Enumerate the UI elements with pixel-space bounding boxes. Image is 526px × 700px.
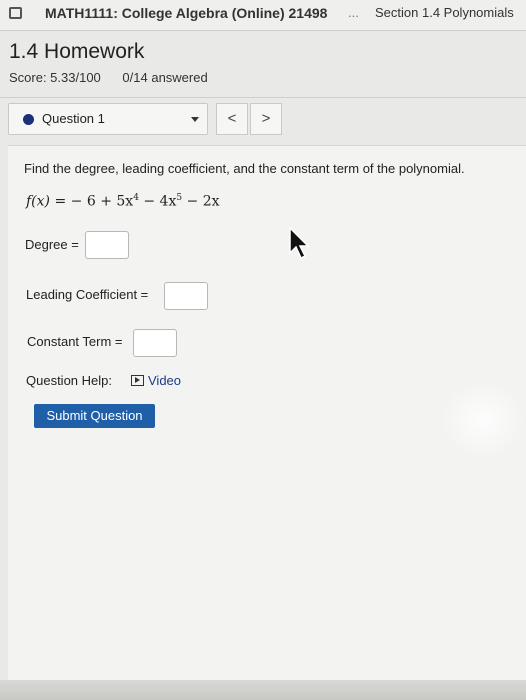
question-help-label: Question Help: bbox=[26, 373, 112, 388]
more-menu-icon[interactable]: ... bbox=[348, 5, 359, 20]
course-title[interactable]: MATH1111: College Algebra (Online) 21498 bbox=[45, 5, 327, 21]
submit-question-button[interactable]: Submit Question bbox=[34, 404, 155, 428]
video-link[interactable]: Video bbox=[131, 373, 181, 388]
score-text: Score: 5.33/100 bbox=[9, 70, 101, 85]
degree-input[interactable] bbox=[85, 231, 129, 259]
chevron-down-icon bbox=[191, 117, 199, 122]
formula-term-1: − 6 + 5x bbox=[70, 193, 134, 210]
leading-coefficient-label: Leading Coefficient = bbox=[26, 287, 149, 302]
formula-term-2: − 4x bbox=[138, 193, 177, 210]
status-dot-icon bbox=[23, 114, 34, 125]
constant-term-label: Constant Term = bbox=[27, 334, 123, 349]
window-icon[interactable] bbox=[9, 7, 22, 19]
next-question-button[interactable]: > bbox=[250, 103, 282, 135]
degree-label: Degree = bbox=[25, 237, 79, 252]
formula-term-3: − 2x bbox=[182, 193, 220, 210]
leading-coefficient-input[interactable] bbox=[164, 282, 208, 310]
answered-count: 0/14 answered bbox=[122, 70, 208, 85]
question-prompt: Find the degree, leading coefficient, an… bbox=[24, 161, 465, 176]
prev-question-button[interactable]: < bbox=[216, 103, 248, 135]
section-title[interactable]: Section 1.4 Polynomials bbox=[375, 5, 514, 20]
screen-glare bbox=[440, 380, 526, 460]
question-select-label: Question 1 bbox=[42, 111, 105, 126]
constant-term-input[interactable] bbox=[133, 329, 177, 357]
question-select[interactable]: Question 1 bbox=[8, 103, 208, 135]
formula-equals: = bbox=[50, 193, 71, 210]
play-icon bbox=[131, 375, 144, 386]
page-title: 1.4 Homework bbox=[9, 40, 145, 63]
bottom-edge bbox=[0, 680, 526, 700]
mouse-cursor-icon bbox=[289, 227, 310, 259]
score-line: Score: 5.33/100 0/14 answered bbox=[9, 70, 226, 85]
polynomial-formula: f(x) = − 6 + 5x4 − 4x5 − 2x bbox=[26, 193, 220, 210]
video-label: Video bbox=[148, 373, 182, 388]
divider bbox=[0, 97, 526, 98]
top-bar: MATH1111: College Algebra (Online) 21498… bbox=[0, 0, 526, 31]
formula-lhs: f(x) bbox=[26, 193, 51, 210]
